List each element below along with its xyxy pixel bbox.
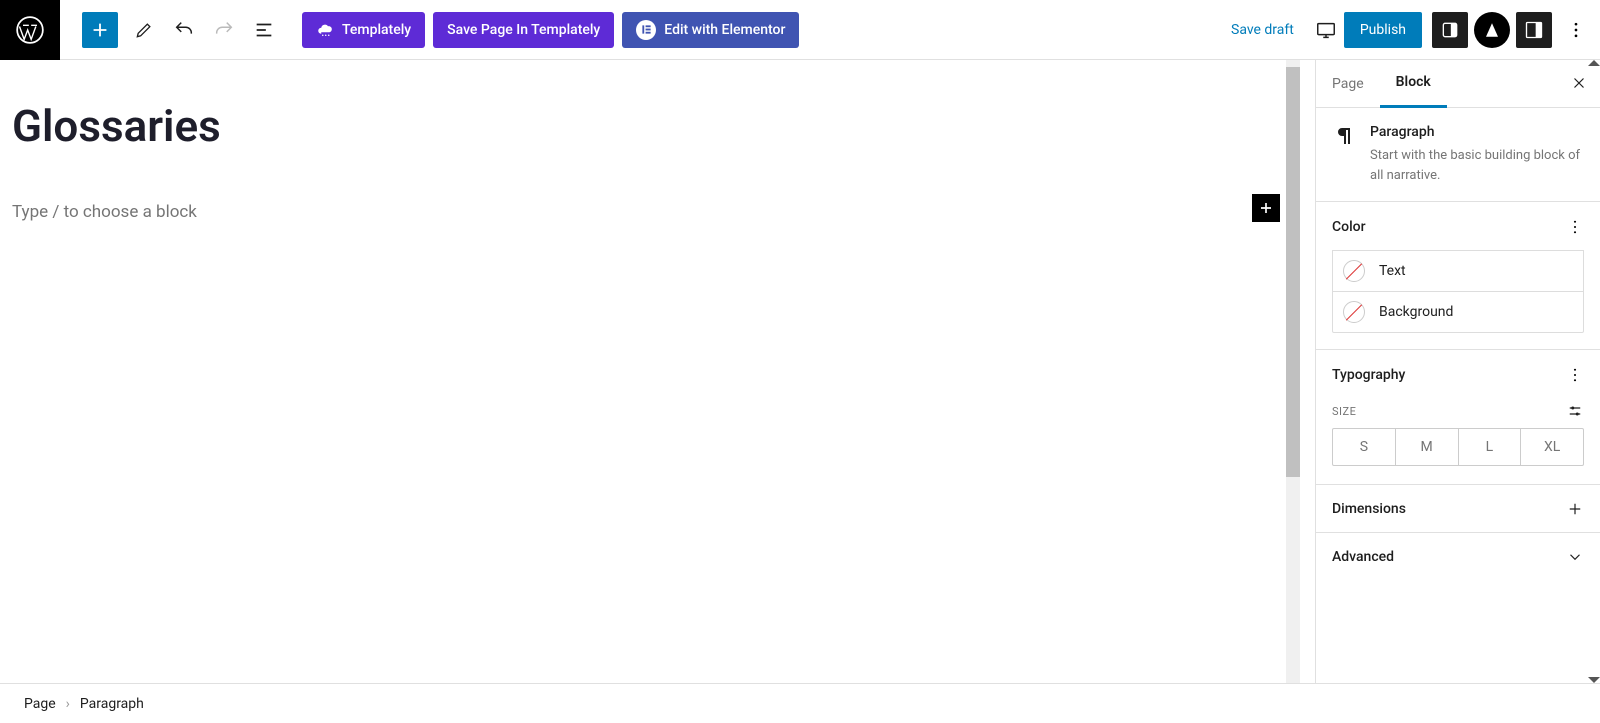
save-in-templately-label: Save Page In Templately [447,22,600,38]
inline-inserter-button[interactable] [1252,194,1280,222]
color-title: Color [1332,219,1366,235]
plugin-buttons: Templately Save Page In Templately Edit … [302,12,799,48]
tool-group [126,12,282,48]
save-draft-link[interactable]: Save draft [1231,22,1294,38]
tab-page[interactable]: Page [1316,60,1380,108]
edit-mode-icon[interactable] [126,12,162,48]
editor-canvas: Glossaries Type / to choose a block [0,60,1300,683]
block-description: Start with the basic building block of a… [1370,146,1584,185]
edit-elementor-label: Edit with Elementor [664,22,785,38]
text-color-button[interactable]: Text [1332,250,1584,292]
wordpress-logo-icon[interactable] [0,0,60,60]
typography-panel: Typography SIZE S M L XL [1316,350,1600,485]
block-appender[interactable]: Type / to choose a block [12,202,1288,222]
editor-topbar: Templately Save Page In Templately Edit … [0,0,1600,60]
astra-icon[interactable] [1474,12,1510,48]
sidebar-scrollbar[interactable] [1588,60,1600,683]
save-in-templately-button[interactable]: Save Page In Templately [433,12,614,48]
sidebar-tabs: Page Block [1316,60,1600,108]
templately-label: Templately [342,22,411,38]
breadcrumb: Page › Paragraph [0,683,1600,723]
size-s[interactable]: S [1333,429,1395,465]
edit-with-elementor-button[interactable]: Edit with Elementor [622,12,799,48]
add-block-button[interactable] [82,12,118,48]
text-color-label: Text [1379,263,1406,279]
undo-icon[interactable] [166,12,202,48]
color-panel: Color Text Background [1316,202,1600,350]
plus-icon [1566,500,1584,518]
color-options-icon[interactable] [1566,218,1584,236]
block-card: Paragraph Start with the basic building … [1316,108,1600,202]
content-scrollbar[interactable] [1286,60,1300,683]
paragraph-icon [1332,124,1356,185]
advanced-panel[interactable]: Advanced [1316,533,1600,581]
dimensions-title: Dimensions [1332,501,1406,517]
size-l[interactable]: L [1458,429,1521,465]
templately-button[interactable]: Templately [302,12,425,48]
swatch-empty-icon [1343,301,1365,323]
jetpack-icon[interactable] [1432,12,1468,48]
chevron-down-icon [1566,548,1584,566]
preview-icon[interactable] [1308,12,1344,48]
background-color-button[interactable]: Background [1332,291,1584,333]
swatch-empty-icon [1343,260,1365,282]
custom-size-icon[interactable] [1566,402,1584,420]
tab-block[interactable]: Block [1380,60,1447,108]
redo-icon[interactable] [206,12,242,48]
dimensions-panel[interactable]: Dimensions [1316,485,1600,533]
typography-options-icon[interactable] [1566,366,1584,384]
more-options-icon[interactable] [1558,12,1594,48]
size-m[interactable]: M [1395,429,1458,465]
background-color-label: Background [1379,304,1453,320]
settings-panel-icon[interactable] [1516,12,1552,48]
font-size-picker: S M L XL [1332,428,1584,466]
document-outline-icon[interactable] [246,12,282,48]
paragraph-placeholder: Type / to choose a block [12,202,1288,222]
publish-button[interactable]: Publish [1344,12,1422,48]
size-xl[interactable]: XL [1520,429,1583,465]
elementor-icon [636,20,656,40]
crumb-block[interactable]: Paragraph [80,696,144,712]
page-title[interactable]: Glossaries [12,100,1288,152]
sidebar-toggle-group [1432,12,1594,48]
close-sidebar-icon[interactable] [1570,74,1588,92]
crumb-page[interactable]: Page [24,696,56,712]
chevron-right-icon: › [66,696,70,712]
advanced-title: Advanced [1332,549,1394,565]
block-name: Paragraph [1370,124,1584,140]
typography-title: Typography [1332,367,1405,383]
settings-sidebar: Page Block Paragraph Start with the basi… [1315,60,1600,723]
size-label: SIZE [1332,405,1356,418]
cloud-icon [316,21,334,39]
